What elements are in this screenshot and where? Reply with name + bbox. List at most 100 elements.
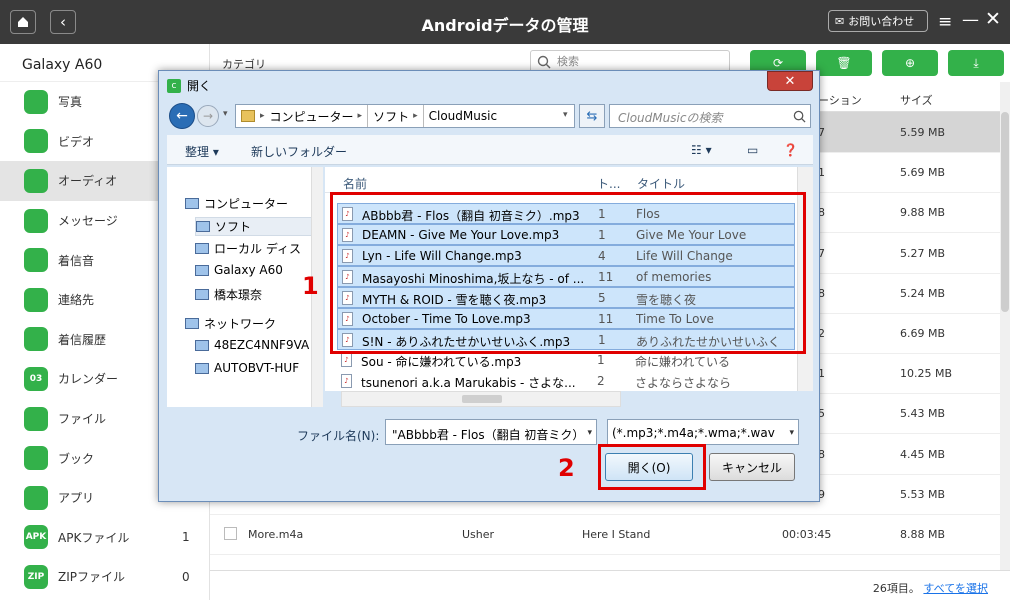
select-all-link[interactable]: すべてを選択	[923, 582, 988, 595]
sidebar-item-label: ファイル	[58, 412, 107, 427]
title-bar: ‹ Androidデータの管理 ✉ お問い合わせ ≡ — ✕	[0, 0, 1010, 44]
table-row[interactable]: More.m4a Usher Here I Stand 00:03:45 8.8…	[210, 514, 1000, 555]
filetype-select[interactable]: (*.mp3;*.m4a;*.wma;*.wav ▾	[607, 419, 799, 445]
sidebar-item-label: メッセージ	[58, 214, 118, 229]
folder-search-input[interactable]: CloudMusicの検索	[609, 104, 811, 128]
refresh-folder-button[interactable]: ⇆	[579, 104, 605, 128]
step-number-1: 1	[302, 272, 319, 300]
column-size[interactable]: サイズ	[900, 92, 933, 108]
plus-icon: ⊕	[904, 56, 916, 70]
arrow-right-icon: →	[202, 109, 214, 123]
message-icon	[24, 208, 48, 233]
tree-node[interactable]: 48EZC4NNF9VA	[195, 338, 320, 352]
dialog-toolbar: 整理 ▾ 新しいフォルダー ☷ ▾ ▭ ❓	[167, 135, 813, 165]
audio-file-icon: ♪	[341, 374, 352, 388]
nav-forward-button[interactable]: →	[197, 105, 219, 127]
download-icon: ⤓	[973, 55, 979, 70]
file-row[interactable]: ♪ tsunenori a.k.a Marukabis - さよな... 2 さよなら…	[337, 371, 795, 392]
contact-icon	[24, 287, 48, 312]
breadcrumb-computer[interactable]: コンピューター ▸	[265, 105, 369, 127]
organize-button[interactable]: 整理 ▾	[185, 143, 219, 160]
music-icon	[24, 168, 48, 193]
nav-back-button[interactable]: ←	[169, 103, 195, 129]
chevron-down-icon[interactable]: ▾	[789, 428, 794, 438]
arrow-left-icon: ←	[176, 108, 188, 124]
tree-node[interactable]: AUTOBVT-HUF	[195, 361, 320, 375]
delete-button[interactable]: 🗑	[816, 50, 872, 76]
address-bar[interactable]: ▸ コンピューター ▸ ソフト ▸ CloudMusic	[235, 104, 575, 128]
column-track[interactable]: ト...	[597, 175, 620, 192]
phone-device-icon	[195, 264, 209, 276]
pc-icon	[195, 339, 209, 351]
computer-icon	[185, 198, 199, 209]
sidebar-item[interactable]: APK APKファイル 1	[0, 518, 209, 558]
footer: 26項目。 すべてを選択	[210, 570, 1010, 600]
sidebar-item-label: 写真	[58, 95, 83, 110]
mail-icon: ✉	[835, 14, 845, 28]
tree-node[interactable]: ソフト	[195, 217, 320, 236]
close-icon: ✕	[784, 73, 796, 89]
navigation-bar: ← → ▾ ▸ コンピューター ▸ ソフト ▸ CloudMusic ▾ ⇆ Clo…	[167, 103, 813, 131]
bell-icon	[24, 248, 48, 273]
refresh-icon: ⇆	[586, 108, 598, 124]
dialog-close-button[interactable]: ✕	[767, 71, 813, 91]
search-icon	[537, 55, 551, 69]
sidebar-item-label: 着信履歴	[58, 332, 107, 347]
trash-icon: 🗑	[836, 56, 852, 70]
preview-pane-icon[interactable]: ▭	[747, 143, 758, 157]
minimize-icon[interactable]: —	[962, 10, 979, 30]
apk-icon: APK	[24, 525, 48, 550]
tree-node[interactable]: コンピューター	[185, 195, 310, 212]
column-name[interactable]: 名前	[343, 175, 367, 192]
refresh-icon: ⟳	[772, 56, 784, 70]
menu-icon[interactable]: ≡	[938, 12, 952, 32]
folder-tree: コンピューター ソフト ローカル ディス Galaxy A60 橋本璟奈 ネットワーク 48…	[167, 167, 323, 407]
main-scrollbar[interactable]	[1000, 82, 1010, 570]
close-icon[interactable]: ✕	[985, 8, 1001, 30]
chevron-down-icon[interactable]: ▾	[587, 428, 592, 438]
photo-icon	[24, 89, 48, 114]
history-dropdown-icon[interactable]: ▾	[223, 109, 228, 119]
calendar-icon: 03	[24, 366, 48, 391]
search-icon	[793, 110, 806, 123]
row-checkbox[interactable]	[224, 527, 237, 540]
tree-node[interactable]: ネットワーク	[185, 315, 310, 332]
sidebar-item[interactable]: ZIP ZIPファイル 0	[0, 557, 209, 597]
breadcrumb-cloudmusic[interactable]: CloudMusic	[424, 105, 502, 127]
video-icon	[24, 129, 48, 154]
scroll-thumb[interactable]	[1001, 112, 1009, 312]
filename-input[interactable]: "ABbbb君 - Flos（翻自 初音ミク） ▾	[385, 419, 597, 445]
audio-file-icon: ♪	[341, 353, 352, 367]
address-dropdown-icon[interactable]: ▾	[563, 110, 568, 120]
horizontal-scrollbar[interactable]	[341, 391, 621, 407]
item-count: 26項目。	[872, 582, 920, 595]
add-button[interactable]: ⊕	[882, 50, 938, 76]
cancel-button[interactable]: キャンセル	[709, 453, 795, 481]
user-folder-icon	[195, 289, 209, 300]
file-icon	[24, 406, 48, 431]
sidebar-item-count: 1	[182, 530, 190, 545]
scroll-thumb[interactable]	[462, 395, 502, 403]
phone-icon	[24, 327, 48, 352]
tree-node[interactable]: ローカル ディス	[195, 240, 320, 257]
app-logo-icon: c	[167, 78, 181, 93]
breadcrumb-soft[interactable]: ソフト ▸	[368, 105, 424, 127]
sidebar-item-label: 着信音	[58, 253, 95, 268]
view-options-icon[interactable]: ☷ ▾	[691, 143, 712, 157]
help-icon[interactable]: ❓	[783, 143, 798, 157]
selection-highlight-box	[330, 192, 806, 354]
column-title[interactable]: タイトル	[637, 175, 685, 192]
drive-icon	[196, 221, 210, 232]
book-icon	[24, 446, 48, 471]
sidebar-item-label: APKファイル	[58, 530, 130, 545]
export-button[interactable]: ⤓	[948, 50, 1004, 76]
column-duration[interactable]: ーション	[818, 92, 862, 108]
contact-button[interactable]: ✉ お問い合わせ	[828, 10, 928, 32]
sidebar-item-label: ビデオ	[58, 134, 95, 149]
disk-icon	[195, 243, 209, 254]
filename-label: ファイル名(N):	[297, 429, 380, 443]
sidebar-item-count: 0	[182, 569, 190, 584]
new-folder-button[interactable]: 新しいフォルダー	[251, 143, 347, 160]
open-button-highlight-box	[598, 444, 706, 490]
sidebar-item-label: カレンダー	[58, 372, 119, 387]
